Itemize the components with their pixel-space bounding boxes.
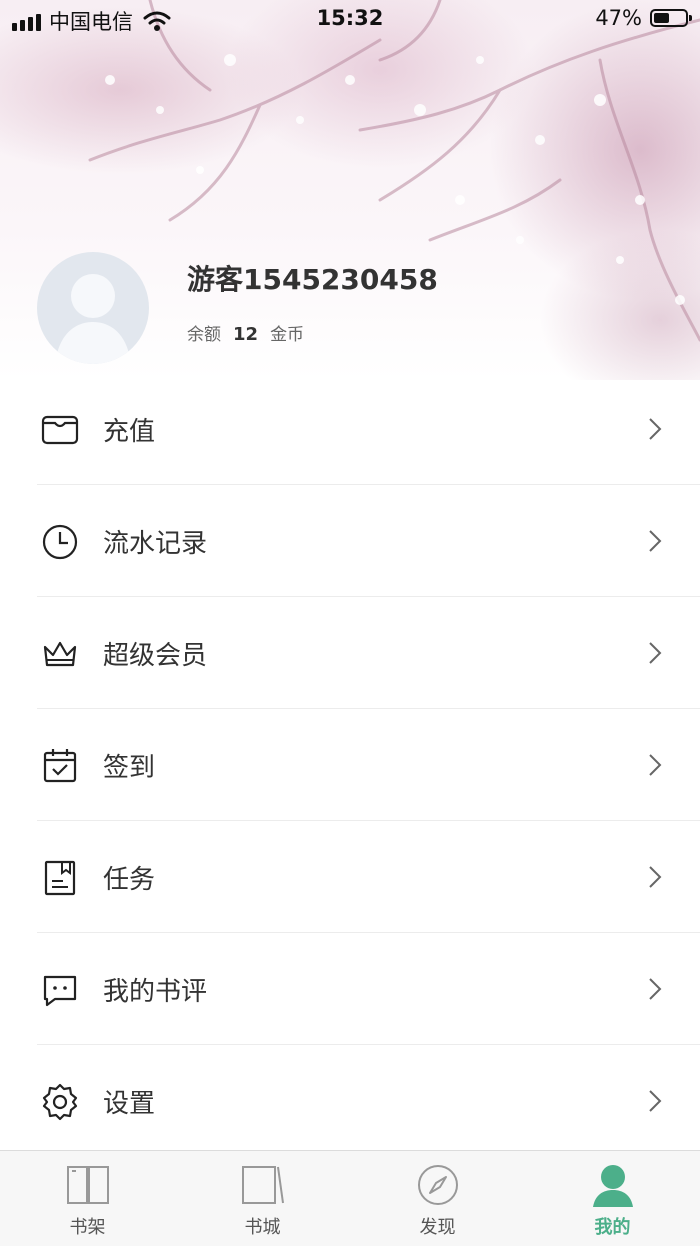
chevron-right-icon	[649, 530, 662, 552]
balance-info: 余额 12 金币	[187, 320, 304, 345]
menu-item-tasks[interactable]: 任务	[0, 821, 700, 933]
menu-item-label: 充值	[103, 417, 156, 447]
avatar[interactable]	[37, 252, 149, 364]
tab-bookstore[interactable]: 书城	[175, 1151, 350, 1246]
bookstore-icon	[242, 1166, 284, 1204]
person-icon	[593, 1165, 633, 1207]
task-doc-icon	[44, 860, 76, 896]
tab-label: 发现	[419, 1217, 456, 1238]
chevron-right-icon	[649, 866, 662, 888]
tab-label: 我的	[594, 1217, 631, 1238]
tab-mine[interactable]: 我的	[525, 1151, 700, 1246]
comment-icon	[43, 975, 77, 1007]
status-bar: 中国电信 15:32 47%	[0, 0, 700, 40]
menu-item-label: 我的书评	[103, 977, 208, 1007]
default-avatar-icon	[55, 274, 131, 364]
currency-label: 金币	[270, 325, 305, 345]
crown-icon	[43, 641, 77, 667]
menu-item-label: 设置	[103, 1089, 156, 1119]
gear-icon	[42, 1083, 78, 1121]
chevron-right-icon	[649, 978, 662, 1000]
compass-icon	[418, 1165, 458, 1205]
menu-item-label: 超级会员	[103, 641, 208, 671]
wallet-icon	[41, 415, 79, 445]
balance-label: 余额	[187, 325, 221, 345]
menu-item-label: 签到	[103, 753, 156, 783]
tab-bookshelf[interactable]: 书架	[0, 1151, 175, 1246]
balance-value: 12	[233, 324, 259, 345]
chevron-right-icon	[649, 418, 662, 440]
menu-item-reviews[interactable]: 我的书评	[0, 933, 700, 1045]
chevron-right-icon	[649, 1090, 662, 1112]
bottom-tab-bar: 书架 书城 发现 我的	[0, 1150, 700, 1246]
clock-icon	[42, 524, 78, 560]
open-book-icon	[67, 1166, 109, 1204]
chevron-right-icon	[649, 642, 662, 664]
menu-item-label: 流水记录	[103, 529, 208, 559]
chevron-right-icon	[649, 754, 662, 776]
menu-item-checkin[interactable]: 签到	[0, 709, 700, 821]
battery-icon	[650, 9, 692, 27]
tab-label: 书城	[244, 1217, 281, 1238]
calendar-check-icon	[43, 749, 77, 783]
menu-item-recharge[interactable]: 充值	[0, 373, 700, 485]
tab-discover[interactable]: 发现	[350, 1151, 525, 1246]
menu-item-settings[interactable]: 设置	[0, 1045, 700, 1157]
menu-item-transactions[interactable]: 流水记录	[0, 485, 700, 597]
tab-label: 书架	[69, 1217, 106, 1238]
settings-menu: 充值 流水记录 超级会员 签到 任务 我的书评 设置	[0, 373, 700, 1157]
menu-item-vip[interactable]: 超级会员	[0, 597, 700, 709]
battery-percent: 47%	[595, 6, 642, 30]
menu-item-label: 任务	[103, 865, 156, 895]
username: 游客1545230458	[187, 263, 438, 296]
